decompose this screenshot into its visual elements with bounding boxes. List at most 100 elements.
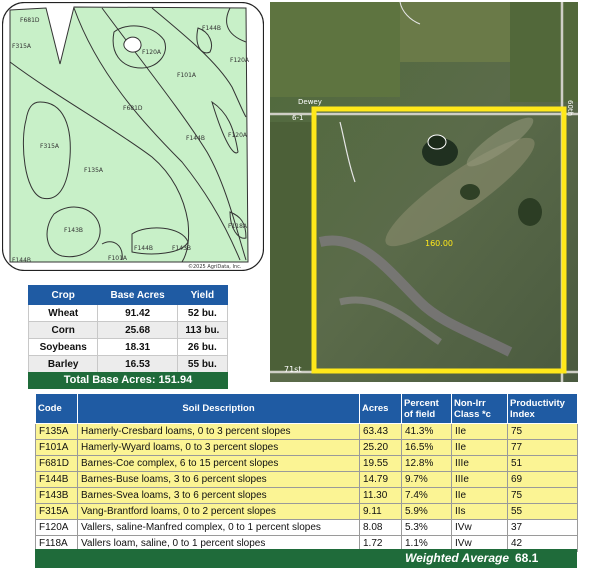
soil-code: F135A bbox=[35, 423, 78, 440]
crop-table-header: Crop Base Acres Yield bbox=[27, 285, 229, 305]
soil-table-header: Code Soil Description Acres Percent of f… bbox=[35, 393, 578, 424]
crop-row: Corn 25.68 113 bu. bbox=[27, 321, 229, 339]
satellite-view: Dewey 6-1 60th 71st 160.00 bbox=[270, 2, 578, 382]
weighted-average-label: Weighted Average bbox=[404, 551, 509, 565]
crop-name: Barley bbox=[27, 355, 99, 373]
total-base-acres-label: Total Base Acres: bbox=[63, 374, 156, 386]
pond bbox=[427, 134, 447, 150]
soil-row: F143B Barnes-Svea loams, 3 to 6 percent s… bbox=[35, 487, 578, 504]
satellite-image: Dewey 6-1 60th 71st 160.00 bbox=[270, 2, 578, 382]
soil-prod: 75 bbox=[507, 423, 578, 440]
soil-prod: 55 bbox=[507, 503, 578, 520]
soil-table-body: F135A Hamerly-Cresbard loams, 0 to 3 perc… bbox=[35, 423, 578, 552]
soil-desc: Vang-Brantford loams, 0 to 2 percent slo… bbox=[77, 503, 360, 520]
pond bbox=[123, 36, 142, 53]
crop-row: Barley 16.53 55 bu. bbox=[27, 355, 229, 373]
crop-base-acres: 18.31 bbox=[97, 338, 178, 356]
soil-desc: Barnes-Coe complex, 6 to 15 percent slop… bbox=[77, 455, 360, 472]
map-label: F681D bbox=[20, 17, 40, 24]
soil-pct: 9.7% bbox=[401, 471, 452, 488]
road-label-north: Dewey bbox=[298, 98, 322, 106]
soil-class: IIe bbox=[451, 439, 508, 456]
soil-code: F101A bbox=[35, 439, 78, 456]
soil-row: F101A Hamerly-Wyard loams, 0 to 3 percent… bbox=[35, 439, 578, 456]
total-base-acres-value: 151.94 bbox=[158, 374, 193, 386]
soil-class: IIe bbox=[451, 487, 508, 504]
crop-base-table: Crop Base Acres Yield Wheat 91.42 52 bu.… bbox=[27, 285, 229, 373]
map-label: F101A bbox=[177, 72, 197, 79]
pct-col-header: Percent of field bbox=[401, 393, 452, 424]
soil-pct: 5.9% bbox=[401, 503, 452, 520]
soil-row: F135A Hamerly-Cresbard loams, 0 to 3 perc… bbox=[35, 423, 578, 440]
crop-name: Soybeans bbox=[27, 338, 99, 356]
road-label-west: 6-1 bbox=[292, 114, 303, 122]
soil-acres: 14.79 bbox=[359, 471, 402, 488]
soil-acres: 25.20 bbox=[359, 439, 402, 456]
crop-name: Corn bbox=[27, 321, 99, 339]
soil-desc: Hamerly-Wyard loams, 0 to 3 percent slop… bbox=[77, 439, 360, 456]
crop-yield: 113 bu. bbox=[176, 321, 229, 339]
map-label: F143B bbox=[64, 227, 83, 234]
soil-acres: 9.11 bbox=[359, 503, 402, 520]
soil-desc: Hamerly-Cresbard loams, 0 to 3 percent s… bbox=[77, 423, 360, 440]
crop-name: Wheat bbox=[27, 304, 99, 322]
crop-row: Soybeans 18.31 26 bu. bbox=[27, 338, 229, 356]
soil-pct: 41.3% bbox=[401, 423, 452, 440]
weighted-average-value: 68.1 bbox=[515, 551, 539, 565]
soil-desc: Barnes-Buse loams, 3 to 6 percent slopes bbox=[77, 471, 360, 488]
map-label: F120A bbox=[228, 132, 248, 139]
soil-class: IIs bbox=[451, 503, 508, 520]
yield-col-header: Yield bbox=[176, 285, 229, 305]
crop-row: Wheat 91.42 52 bu. bbox=[27, 304, 229, 322]
soil-pct: 16.5% bbox=[401, 439, 452, 456]
soil-prod: 75 bbox=[507, 487, 578, 504]
map-label: F315A bbox=[40, 143, 60, 150]
soil-code: F144B bbox=[35, 471, 78, 488]
crop-yield: 26 bu. bbox=[176, 338, 229, 356]
soil-row: F120A Vallers, saline-Manfred complex, 0 … bbox=[35, 519, 578, 536]
weighted-average-bar: Weighted Average 68.1 bbox=[35, 549, 577, 568]
crop-base-acres: 91.42 bbox=[97, 304, 178, 322]
soil-class: IIIe bbox=[451, 455, 508, 472]
base-acres-col-header: Base Acres bbox=[97, 285, 178, 305]
map-label: F120A bbox=[230, 57, 250, 64]
soil-row: F144B Barnes-Buse loams, 3 to 6 percent s… bbox=[35, 471, 578, 488]
map-label: F143B bbox=[172, 245, 191, 252]
soil-row: F681D Barnes-Coe complex, 6 to 15 percent… bbox=[35, 455, 578, 472]
soil-prod: 77 bbox=[507, 439, 578, 456]
soil-acres: 19.55 bbox=[359, 455, 402, 472]
road-label-east: 60th bbox=[566, 100, 574, 116]
soil-code: F143B bbox=[35, 487, 78, 504]
map-label: F101A bbox=[108, 255, 128, 262]
soil-table: Code Soil Description Acres Percent of f… bbox=[35, 393, 578, 552]
total-base-acres: Total Base Acres: 151.94 bbox=[28, 372, 228, 389]
soil-prod: 69 bbox=[507, 471, 578, 488]
map-label: F144B bbox=[186, 135, 205, 142]
map-label: F681D bbox=[123, 105, 143, 112]
soil-code: F120A bbox=[35, 519, 78, 536]
soil-acres: 63.43 bbox=[359, 423, 402, 440]
crop-yield: 52 bu. bbox=[176, 304, 229, 322]
map-label: F315A bbox=[12, 43, 32, 50]
soil-class: IIIe bbox=[451, 471, 508, 488]
map-label: F144B bbox=[12, 257, 31, 264]
prod-col-header: Productivity Index bbox=[507, 393, 578, 424]
soil-class: IIe bbox=[451, 423, 508, 440]
soil-desc: Barnes-Svea loams, 3 to 6 percent slopes bbox=[77, 487, 360, 504]
code-col-header: Code bbox=[35, 393, 78, 424]
road-label-south: 71st bbox=[284, 365, 301, 374]
crop-base-acres: 25.68 bbox=[97, 321, 178, 339]
map-label: F118A bbox=[228, 223, 248, 230]
map-label: F120A bbox=[142, 49, 162, 56]
crop-yield: 55 bu. bbox=[176, 355, 229, 373]
soil-map: F681D F315A F120A F144B F120A F101A F681… bbox=[2, 2, 264, 271]
field-acres-label: 160.00 bbox=[425, 239, 453, 248]
soil-desc: Vallers, saline-Manfred complex, 0 to 1 … bbox=[77, 519, 360, 536]
crop-base-acres: 16.53 bbox=[97, 355, 178, 373]
soil-code: F315A bbox=[35, 503, 78, 520]
soil-acres: 8.08 bbox=[359, 519, 402, 536]
desc-col-header: Soil Description bbox=[77, 393, 360, 424]
class-col-header: Non-Irr Class *c bbox=[451, 393, 508, 424]
soil-pct: 12.8% bbox=[401, 455, 452, 472]
soil-pct: 5.3% bbox=[401, 519, 452, 536]
